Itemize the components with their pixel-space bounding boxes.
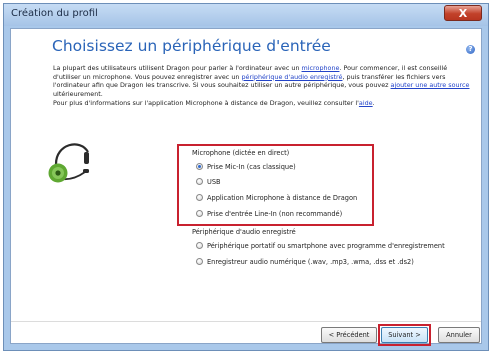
option-prise-mic-in[interactable]: Prise Mic-In (cas classique): [196, 162, 296, 171]
title-bar[interactable]: Création du profil X: [4, 4, 488, 26]
option-remote-microphone-app[interactable]: Application Microphone à distance de Dra…: [196, 193, 357, 202]
intro-paragraph-1: La plupart des utilisateurs utilisent Dr…: [53, 64, 470, 99]
radio-icon[interactable]: [196, 242, 203, 249]
intro-paragraph-2: Pour plus d'informations sur l'applicati…: [53, 98, 375, 107]
option-label: Prise Mic-In (cas classique): [207, 162, 296, 171]
radio-icon[interactable]: [196, 178, 203, 185]
previous-button[interactable]: < Précédent: [321, 327, 377, 343]
radio-icon[interactable]: [196, 210, 203, 217]
radio-icon[interactable]: [196, 258, 203, 265]
option-usb[interactable]: USB: [196, 177, 221, 186]
next-button[interactable]: Suivant >: [381, 327, 428, 343]
button-bar-divider: [11, 321, 481, 322]
option-label: USB: [207, 177, 221, 186]
page-title: Choisissez un périphérique d'entrée: [52, 37, 331, 55]
radio-selected-icon[interactable]: [196, 163, 203, 170]
option-label: Périphérique portatif ou smartphone avec…: [207, 241, 445, 250]
option-portable-smartphone[interactable]: Périphérique portatif ou smartphone avec…: [196, 241, 445, 250]
cancel-button[interactable]: Annuler: [438, 327, 480, 343]
microphone-link[interactable]: microphone: [302, 64, 340, 72]
window-title: Création du profil: [11, 8, 98, 19]
option-digital-recorder[interactable]: Enregistreur audio numérique (.wav, .mp3…: [196, 257, 414, 266]
intro-text: La plupart des utilisateurs utilisent Dr…: [53, 64, 475, 108]
close-icon[interactable]: X: [444, 5, 482, 21]
radio-icon[interactable]: [196, 194, 203, 201]
add-source-link[interactable]: ajouter une autre source: [391, 81, 470, 89]
option-label: Enregistreur audio numérique (.wav, .mp3…: [207, 257, 414, 266]
option-label: Prise d'entrée Line-In (non recommandé): [207, 209, 343, 218]
dialog-window: Création du profil X Choisissez un périp…: [3, 3, 489, 351]
help-icon[interactable]: ?: [466, 45, 475, 54]
help-link[interactable]: aide: [359, 99, 373, 107]
recorded-audio-group-label: Périphérique d'audio enregistré: [192, 228, 296, 236]
microphone-group-label: Microphone (dictée en direct): [192, 149, 290, 157]
recorded-audio-device-link[interactable]: périphérique d'audio enregistré: [242, 73, 343, 81]
option-label: Application Microphone à distance de Dra…: [207, 193, 358, 202]
dialog-body: Choisissez un périphérique d'entrée ? La…: [10, 28, 482, 346]
option-line-in[interactable]: Prise d'entrée Line-In (non recommandé): [196, 209, 342, 218]
headset-icon: [48, 143, 89, 183]
